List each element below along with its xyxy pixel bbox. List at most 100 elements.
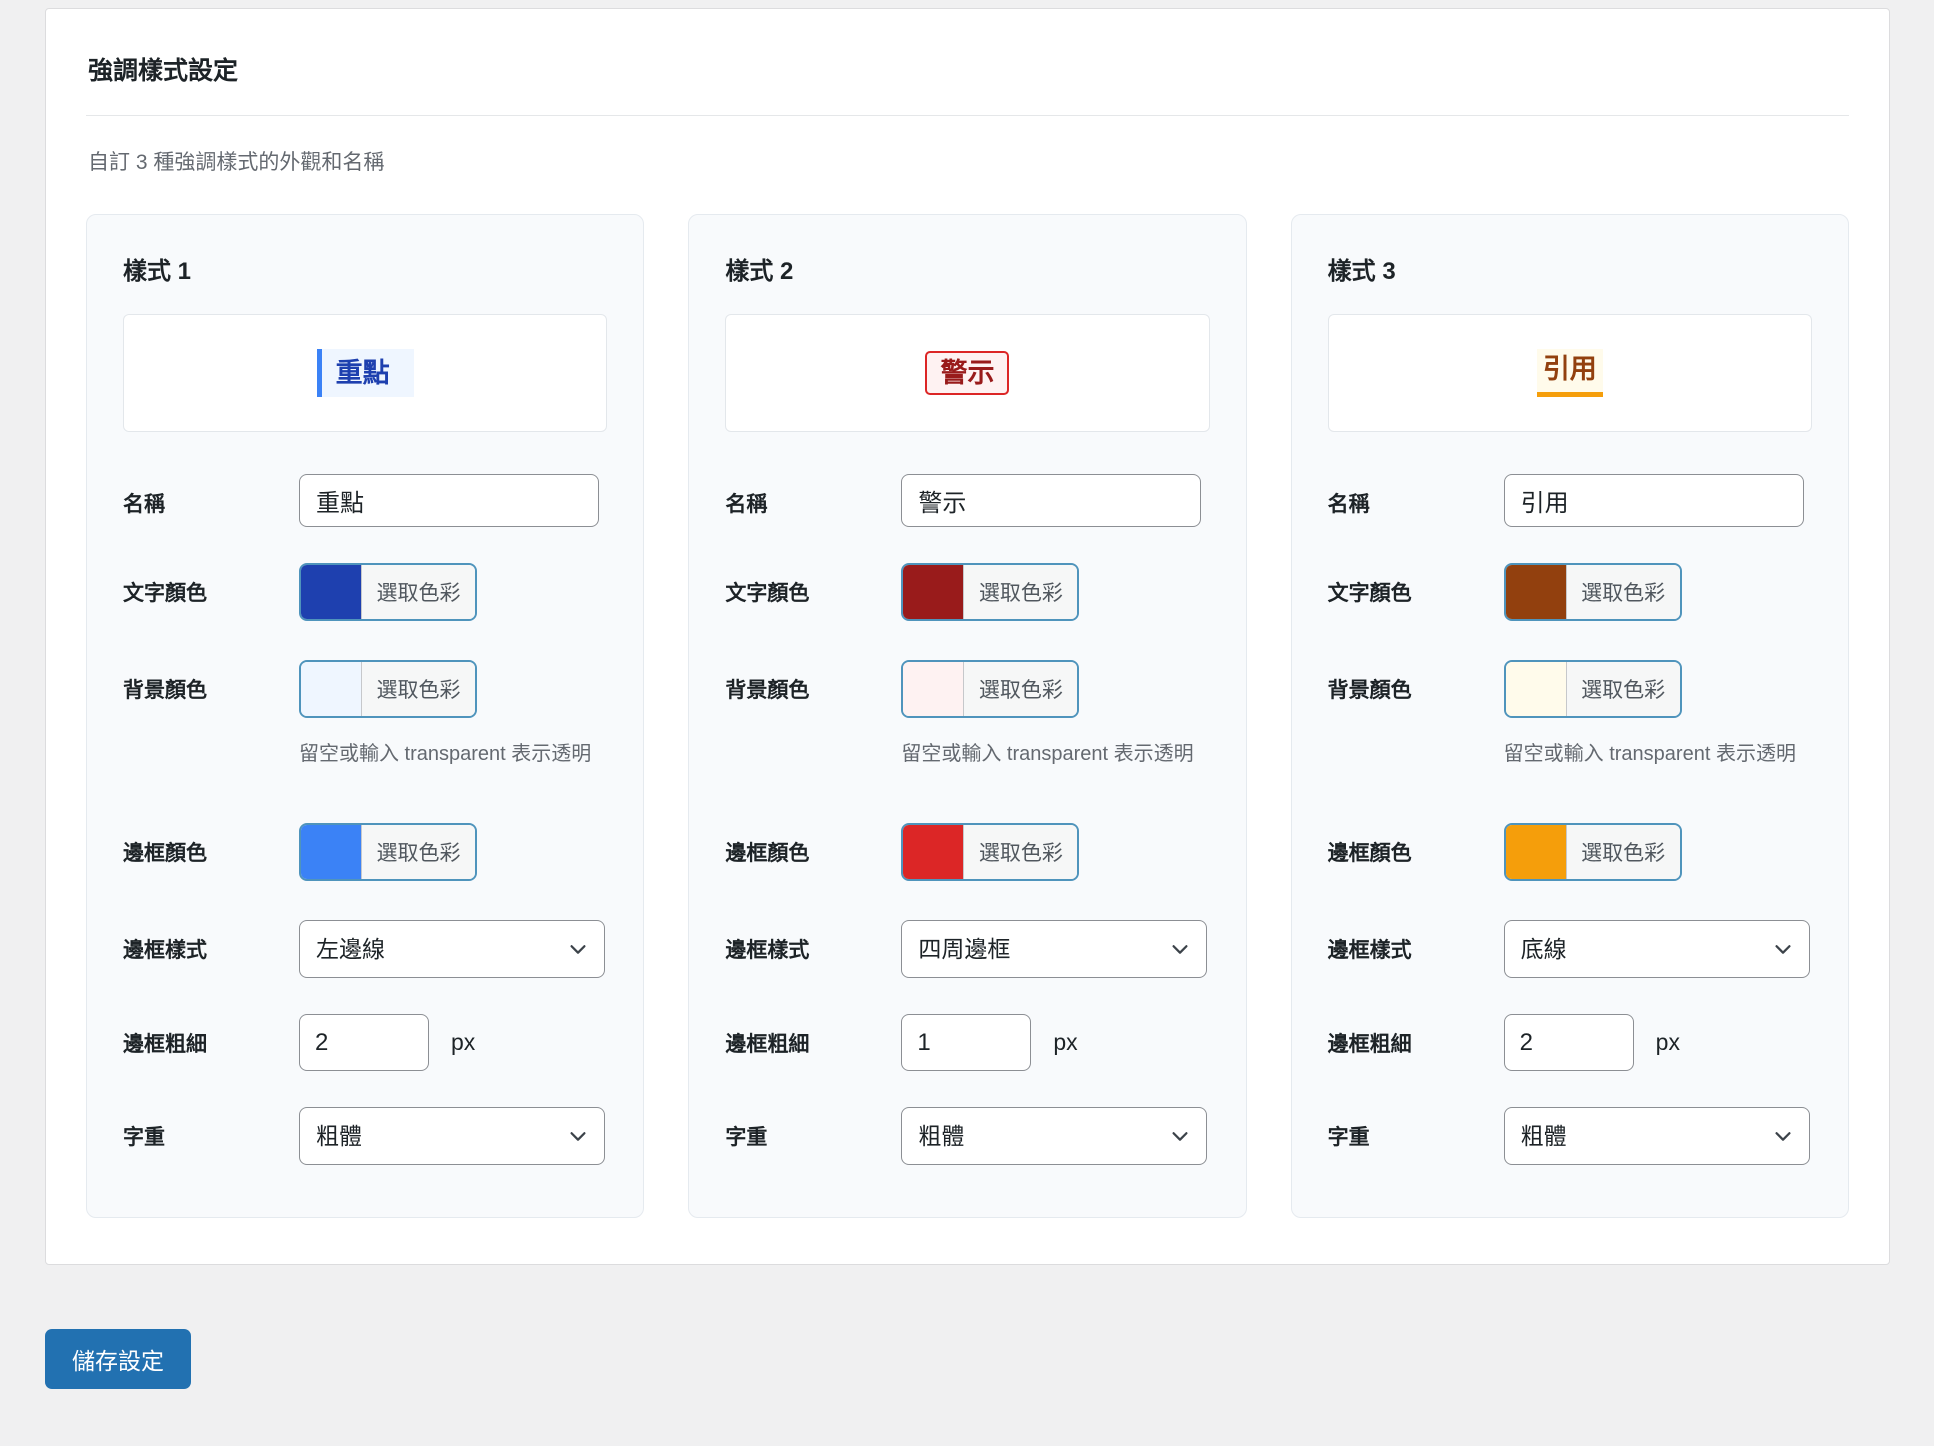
style-2-name-input[interactable]	[901, 474, 1201, 527]
style-3-border-color-field: 邊框顏色 選取色彩	[1328, 823, 1812, 884]
style-1-bg-color-swatch	[301, 662, 362, 716]
style-3-name-input[interactable]	[1504, 474, 1804, 527]
style-3-title: 樣式 3	[1328, 251, 1812, 286]
style-2-font-weight-select[interactable]: 粗體	[901, 1107, 1207, 1165]
style-1-text-color-swatch	[301, 565, 362, 619]
style-2-bg-color-picker-button[interactable]: 選取色彩	[901, 660, 1079, 718]
pick-color-label: 選取色彩	[362, 565, 475, 619]
style-card-1: 樣式 1 重點 名稱 文字顏色 選取色彩 背	[86, 214, 644, 1218]
bg-color-help-text: 留空或輸入 transparent 表示透明	[1504, 737, 1812, 771]
settings-panel: 強調樣式設定 自訂 3 種強調樣式的外觀和名稱 樣式 1 重點 名稱 文字顏色	[45, 8, 1890, 1265]
style-3-border-color-swatch	[1506, 825, 1567, 879]
pick-color-label: 選取色彩	[362, 662, 475, 716]
style-1-title: 樣式 1	[123, 251, 607, 286]
style-2-bg-color-swatch	[903, 662, 964, 716]
style-1-border-width-input[interactable]	[299, 1014, 429, 1071]
save-settings-button[interactable]: 儲存設定	[45, 1329, 191, 1389]
style-3-border-width-field: 邊框粗細 px	[1328, 1014, 1812, 1071]
style-2-text-color-swatch	[903, 565, 964, 619]
style-3-text-color-picker-button[interactable]: 選取色彩	[1504, 563, 1682, 621]
style-2-border-style-select[interactable]: 四周邊框	[901, 920, 1207, 978]
style-2-text-color-field: 文字顏色 選取色彩	[725, 563, 1209, 624]
style-1-bg-color-picker-button[interactable]: 選取色彩	[299, 660, 477, 718]
pick-color-label: 選取色彩	[362, 825, 475, 879]
border-width-unit: px	[1656, 1029, 1680, 1056]
style-1-border-color-picker-button[interactable]: 選取色彩	[299, 823, 477, 881]
style-1-bg-color-field: 背景顏色 選取色彩 留空或輸入 transparent 表示透明	[123, 660, 607, 771]
style-2-border-width-field: 邊框粗細 px	[725, 1014, 1209, 1071]
font-weight-label: 字重	[1328, 1107, 1504, 1165]
pick-color-label: 選取色彩	[964, 825, 1077, 879]
style-3-preview-box: 引用	[1328, 314, 1812, 432]
style-1-name-field: 名稱	[123, 474, 607, 527]
style-card-3: 樣式 3 引用 名稱 文字顏色 選取色彩 背	[1291, 214, 1849, 1218]
style-3-border-style-select[interactable]: 底線	[1504, 920, 1810, 978]
pick-color-label: 選取色彩	[1567, 825, 1680, 879]
border-width-label: 邊框粗細	[725, 1014, 901, 1071]
style-2-text-color-picker-button[interactable]: 選取色彩	[901, 563, 1079, 621]
style-1-text-color-picker-button[interactable]: 選取色彩	[299, 563, 477, 621]
border-color-label: 邊框顏色	[123, 823, 299, 884]
style-2-bg-color-field: 背景顏色 選取色彩 留空或輸入 transparent 表示透明	[725, 660, 1209, 771]
style-1-preview-badge: 重點	[317, 349, 414, 397]
bg-color-label: 背景顏色	[1328, 660, 1504, 771]
font-weight-label: 字重	[725, 1107, 901, 1165]
style-3-border-width-input[interactable]	[1504, 1014, 1634, 1071]
style-3-bg-color-picker-button[interactable]: 選取色彩	[1504, 660, 1682, 718]
style-2-border-color-picker-button[interactable]: 選取色彩	[901, 823, 1079, 881]
title-divider	[86, 115, 1849, 116]
style-3-name-field: 名稱	[1328, 474, 1812, 527]
style-2-border-color-field: 邊框顏色 選取色彩	[725, 823, 1209, 884]
pick-color-label: 選取色彩	[964, 565, 1077, 619]
border-width-unit: px	[451, 1029, 475, 1056]
pick-color-label: 選取色彩	[964, 662, 1077, 716]
style-3-font-weight-select[interactable]: 粗體	[1504, 1107, 1810, 1165]
border-style-label: 邊框樣式	[1328, 920, 1504, 978]
border-width-unit: px	[1053, 1029, 1077, 1056]
style-3-border-color-picker-button[interactable]: 選取色彩	[1504, 823, 1682, 881]
bg-color-help-text: 留空或輸入 transparent 表示透明	[901, 737, 1209, 771]
style-1-text-color-field: 文字顏色 選取色彩	[123, 563, 607, 624]
name-label: 名稱	[123, 474, 299, 527]
style-3-preview-badge: 引用	[1537, 349, 1603, 396]
page-subtitle: 自訂 3 種強調樣式的外觀和名稱	[88, 146, 1849, 176]
border-color-label: 邊框顏色	[725, 823, 901, 884]
page-title: 強調樣式設定	[88, 51, 1849, 87]
style-1-font-weight-select[interactable]: 粗體	[299, 1107, 605, 1165]
style-3-bg-color-swatch	[1506, 662, 1567, 716]
pick-color-label: 選取色彩	[1567, 662, 1680, 716]
style-1-name-input[interactable]	[299, 474, 599, 527]
border-width-label: 邊框粗細	[123, 1014, 299, 1071]
style-1-border-style-select[interactable]: 左邊線	[299, 920, 605, 978]
style-cards-row: 樣式 1 重點 名稱 文字顏色 選取色彩 背	[86, 214, 1849, 1218]
style-2-border-style-field: 邊框樣式 四周邊框	[725, 920, 1209, 978]
style-2-font-weight-field: 字重 粗體	[725, 1107, 1209, 1165]
font-weight-label: 字重	[123, 1107, 299, 1165]
style-3-border-style-field: 邊框樣式 底線	[1328, 920, 1812, 978]
style-2-name-field: 名稱	[725, 474, 1209, 527]
border-style-label: 邊框樣式	[123, 920, 299, 978]
style-1-font-weight-field: 字重 粗體	[123, 1107, 607, 1165]
style-1-border-color-swatch	[301, 825, 362, 879]
pick-color-label: 選取色彩	[1567, 565, 1680, 619]
border-width-label: 邊框粗細	[1328, 1014, 1504, 1071]
style-2-border-color-swatch	[903, 825, 964, 879]
style-1-preview-box: 重點	[123, 314, 607, 432]
style-2-preview-badge: 警示	[925, 351, 1009, 395]
style-3-font-weight-field: 字重 粗體	[1328, 1107, 1812, 1165]
border-style-label: 邊框樣式	[725, 920, 901, 978]
bg-color-help-text: 留空或輸入 transparent 表示透明	[299, 737, 607, 771]
text-color-label: 文字顏色	[725, 563, 901, 624]
style-2-title: 樣式 2	[725, 251, 1209, 286]
style-2-preview-box: 警示	[725, 314, 1209, 432]
border-color-label: 邊框顏色	[1328, 823, 1504, 884]
name-label: 名稱	[725, 474, 901, 527]
style-2-border-width-input[interactable]	[901, 1014, 1031, 1071]
style-1-border-width-field: 邊框粗細 px	[123, 1014, 607, 1071]
text-color-label: 文字顏色	[1328, 563, 1504, 624]
style-card-2: 樣式 2 警示 名稱 文字顏色 選取色彩 背	[688, 214, 1246, 1218]
style-3-text-color-swatch	[1506, 565, 1567, 619]
style-3-bg-color-field: 背景顏色 選取色彩 留空或輸入 transparent 表示透明	[1328, 660, 1812, 771]
text-color-label: 文字顏色	[123, 563, 299, 624]
bg-color-label: 背景顏色	[123, 660, 299, 771]
